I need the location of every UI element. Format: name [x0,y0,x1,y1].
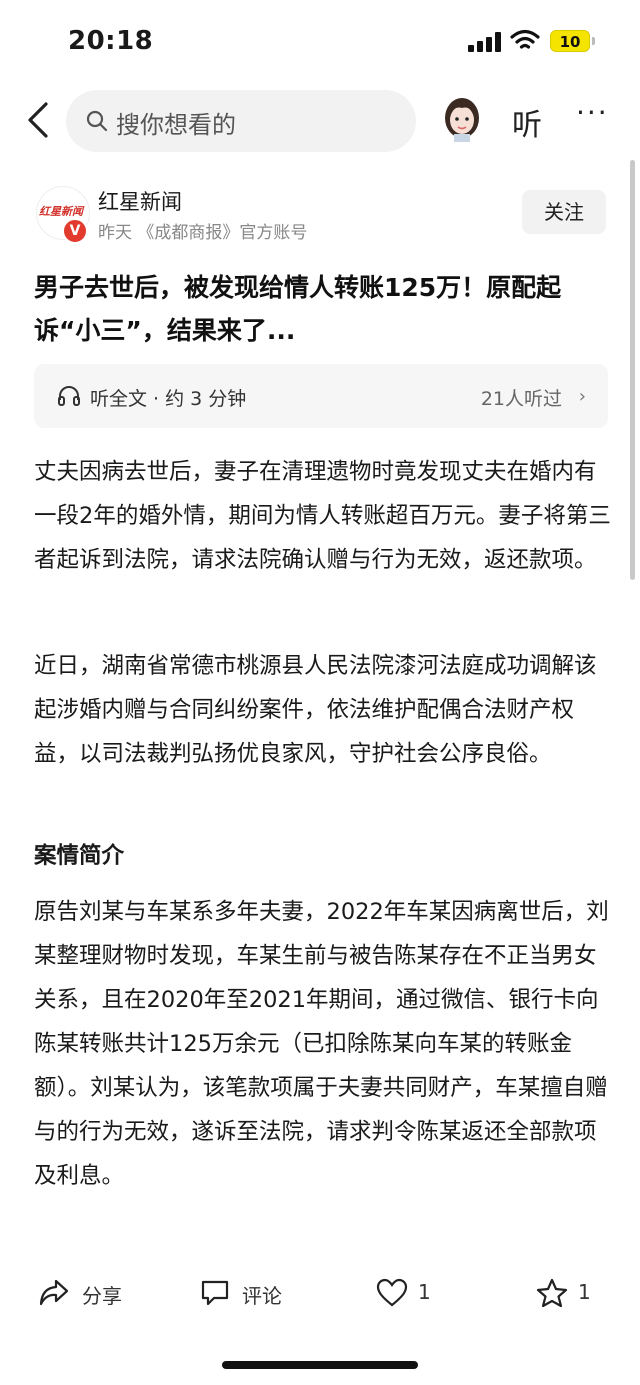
listen-button[interactable]: 听 [512,100,542,144]
follow-button[interactable]: 关注 [522,190,606,234]
battery-indicator: 10 [550,30,590,52]
verified-badge: V [62,218,88,244]
chevron-left-icon[interactable] [22,100,56,140]
share-label: 分享 [82,1284,122,1308]
share-button[interactable]: 分享 [38,1268,138,1320]
comment-label: 评论 [242,1284,282,1308]
listen-full-text-label: 听全文 · 约 3 分钟 [90,388,247,410]
cellular-signal-icon [468,32,502,52]
heart-icon [376,1278,408,1307]
avatar[interactable] [442,96,482,142]
favorite-count: 1 [578,1280,591,1304]
article-paragraph-1: 丈夫因病去世后，妻子在清理遗物时竟发现丈夫在婚内有一段2年的婚外情，期间为情人转… [34,459,611,573]
status-bar: 20:18 10 [0,0,640,80]
listen-count: 21人听过 [480,388,562,410]
wifi-icon [510,29,540,49]
search-icon [86,110,108,132]
article-title: 男子去世后，被发现给情人转账125万！原配起诉“小三”，结果来了... [34,273,562,345]
listen-full-text-bar[interactable]: 听全文 · 约 3 分钟 21人听过 › [34,364,608,428]
search-placeholder: 搜你想看的 [116,111,236,139]
like-button[interactable]: 1 [376,1268,446,1320]
more-options-button[interactable]: ··· [576,96,609,129]
chevron-right-icon: › [578,386,586,407]
star-icon [536,1278,568,1308]
status-time: 20:18 [68,26,154,56]
battery-tip [592,37,595,45]
bottom-action-bar: 分享 评论 1 1 [0,1268,640,1320]
favorite-button[interactable]: 1 [536,1268,606,1320]
account-meta: 昨天 《成都商报》官方账号 [98,223,308,243]
account-name[interactable]: 红星新闻 [98,186,182,216]
home-indicator[interactable] [222,1361,418,1369]
headphone-icon [58,386,80,406]
account-logo-text: 红星新闻 [39,205,83,218]
search-input[interactable]: 搜你想看的 [66,90,416,152]
article-paragraph-2: 近日，湖南省常德市桃源县人民法院漆河法庭成功调解该起涉婚内赠与合同纠纷案件，依法… [34,653,597,767]
share-icon [39,1279,69,1306]
like-count: 1 [418,1280,431,1304]
top-nav: 搜你想看的 听 ··· [0,86,640,156]
section-title: 案情简介 [34,843,125,869]
scrollbar[interactable] [630,160,635,580]
comment-icon [201,1280,229,1306]
article-paragraph-3: 原告刘某与车某系多年夫妻，2022年车某因病离世后，刘某整理财物时发现，车某生前… [34,899,609,1189]
comment-button[interactable]: 评论 [200,1268,300,1320]
